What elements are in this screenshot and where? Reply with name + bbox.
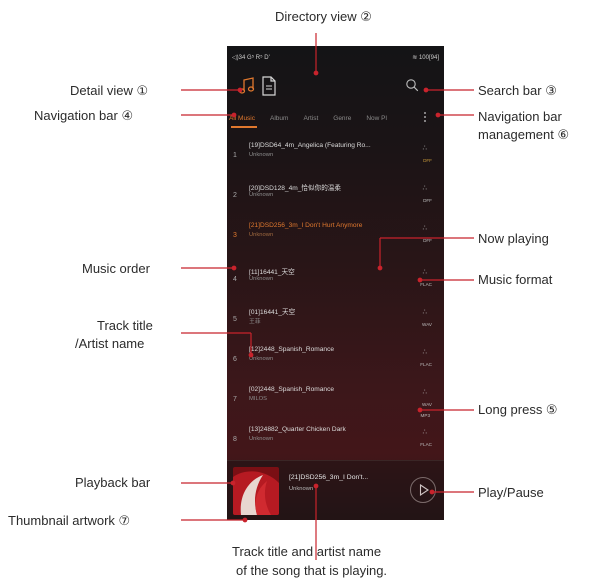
format-badge: FLAC bbox=[420, 442, 432, 447]
search-icon[interactable] bbox=[405, 78, 419, 92]
label-search-bar: Search bar ③ bbox=[478, 83, 557, 98]
battery-level: 100[94] bbox=[418, 54, 439, 61]
play-pause-button[interactable] bbox=[410, 477, 436, 503]
status-bar: ◁)34 G⁵ R⁵ D' ≋ 100[94] bbox=[232, 51, 439, 63]
play-icon bbox=[419, 483, 429, 497]
wifi-icon: ≋ bbox=[412, 54, 418, 61]
navigation-bar: All Music Album Artist Genre Now Pl bbox=[227, 110, 444, 126]
more-icon[interactable]: ∴ bbox=[423, 388, 428, 396]
list-item-now-playing[interactable]: 3 [21]DSD256_3m_I Don't Hurt Anymore Unk… bbox=[227, 218, 444, 258]
label-thumbnail-artwork: Thumbnail artwork ⑦ bbox=[8, 513, 131, 528]
track-title: [01]16441_天空 bbox=[249, 309, 296, 316]
tab-now-playing[interactable]: Now Pl bbox=[366, 115, 387, 122]
track-number: 3 bbox=[233, 232, 237, 239]
tab-artist[interactable]: Artist bbox=[303, 115, 318, 122]
label-long-press: Long press ⑤ bbox=[478, 402, 558, 417]
format-badge: FLAC bbox=[420, 362, 432, 367]
format-badge: DFF bbox=[423, 198, 432, 203]
track-number: 7 bbox=[233, 396, 237, 403]
list-item[interactable]: 5 [01]16441_天空 王菲 ∴ WAV bbox=[227, 302, 444, 342]
label-nav-management-line1: Navigation bar bbox=[478, 109, 562, 124]
track-title: [11]16441_天空 bbox=[249, 269, 295, 276]
track-title: [13]24882_Quarter Chicken Dark bbox=[249, 426, 346, 433]
track-artist: Unknown bbox=[249, 276, 274, 282]
label-nav-management-line2: management ⑥ bbox=[478, 127, 570, 142]
more-icon[interactable]: ∴ bbox=[423, 144, 428, 152]
track-title: [20]DSD128_4m_恰似你的温柔 bbox=[249, 185, 341, 192]
more-icon[interactable]: ∴ bbox=[423, 428, 428, 436]
track-number: 2 bbox=[233, 192, 237, 199]
format-badge: DFF bbox=[423, 158, 432, 163]
track-title: [19]DSD64_4m_Angelica (Featuring Ro... bbox=[249, 142, 371, 149]
track-number: 4 bbox=[233, 276, 237, 283]
playback-artist: Unknown bbox=[289, 486, 314, 492]
track-number: 6 bbox=[233, 356, 237, 363]
phone-screen: ◁)34 G⁵ R⁵ D' ≋ 100[94] All Music Album … bbox=[227, 46, 444, 520]
label-playback-bar: Playback bar bbox=[75, 475, 151, 490]
list-item[interactable]: 7 [02]2448_Spanish_Romance MILOS ∴ WAV bbox=[227, 382, 444, 422]
album-artwork-thumbnail[interactable] bbox=[233, 467, 279, 515]
track-artist: Unknown bbox=[249, 232, 274, 238]
label-track-title-line1: Track title bbox=[97, 318, 153, 333]
label-track-title-line2: /Artist name bbox=[75, 336, 145, 351]
track-title: [12]2448_Spanish_Romance bbox=[249, 346, 335, 353]
track-artist: Unknown bbox=[249, 356, 274, 362]
more-icon[interactable]: ∴ bbox=[423, 184, 428, 192]
track-artist: MILOS bbox=[249, 396, 268, 402]
track-title: [21]DSD256_3m_I Don't Hurt Anymore bbox=[249, 222, 363, 229]
status-right: ≋ 100[94] bbox=[412, 54, 439, 61]
list-item[interactable]: 2 [20]DSD128_4m_恰似你的温柔 Unknown ∴ DFF bbox=[227, 178, 444, 218]
tab-all-music[interactable]: All Music bbox=[229, 115, 255, 122]
track-artist: Unknown bbox=[249, 152, 274, 158]
track-number: 8 bbox=[233, 436, 237, 443]
more-vertical-icon[interactable] bbox=[422, 110, 428, 124]
track-number: 1 bbox=[233, 152, 237, 159]
list-item[interactable]: 8 [13]24882_Quarter Chicken Dark Unknown… bbox=[227, 422, 444, 462]
playback-track-title: [21]DSD256_3m_I Don't... bbox=[289, 474, 369, 481]
document-icon[interactable] bbox=[261, 76, 277, 96]
track-artist: 王菲 bbox=[249, 319, 261, 325]
playback-bar[interactable]: [21]DSD256_3m_I Don't... Unknown bbox=[227, 461, 444, 520]
top-toolbar bbox=[227, 72, 444, 102]
format-badge-mp3: MP3 bbox=[420, 413, 430, 418]
active-tab-indicator bbox=[231, 126, 257, 128]
track-artist: Unknown bbox=[249, 436, 274, 442]
tab-genre[interactable]: Genre bbox=[333, 115, 351, 122]
track-title: [02]2448_Spanish_Romance bbox=[249, 386, 335, 393]
format-badge: WAV bbox=[422, 402, 432, 407]
more-icon[interactable]: ∴ bbox=[423, 268, 428, 276]
music-note-icon[interactable] bbox=[237, 76, 257, 96]
more-icon[interactable]: ∴ bbox=[423, 348, 428, 356]
track-number: 5 bbox=[233, 316, 237, 323]
more-icon[interactable]: ∴ bbox=[423, 308, 428, 316]
list-item[interactable]: 4 [11]16441_天空 Unknown ∴ FLAC bbox=[227, 262, 444, 302]
label-bottom-caption-line1: Track title and artist name bbox=[232, 544, 382, 559]
label-music-order: Music order bbox=[82, 261, 150, 276]
track-artist: Unknown bbox=[249, 192, 274, 198]
tab-album[interactable]: Album bbox=[270, 115, 288, 122]
label-detail-view: Detail view ① bbox=[70, 83, 149, 98]
status-left: ◁)34 G⁵ R⁵ D' bbox=[232, 54, 270, 61]
format-badge: FLAC bbox=[420, 282, 432, 287]
list-item[interactable]: 1 [19]DSD64_4m_Angelica (Featuring Ro...… bbox=[227, 138, 444, 178]
label-music-format: Music format bbox=[478, 272, 553, 287]
label-bottom-caption-line2: of the song that is playing. bbox=[236, 563, 388, 578]
format-badge: DFF bbox=[423, 238, 432, 243]
format-badge: WAV bbox=[422, 322, 432, 327]
label-navigation-bar: Navigation bar ④ bbox=[34, 108, 134, 123]
list-item[interactable]: 6 [12]2448_Spanish_Romance Unknown ∴ FLA… bbox=[227, 342, 444, 382]
label-directory-view: Directory view ② bbox=[275, 9, 372, 24]
more-icon[interactable]: ∴ bbox=[423, 224, 428, 232]
artwork-image bbox=[233, 467, 279, 515]
label-now-playing: Now playing bbox=[478, 231, 549, 246]
label-play-pause: Play/Pause bbox=[478, 485, 544, 500]
